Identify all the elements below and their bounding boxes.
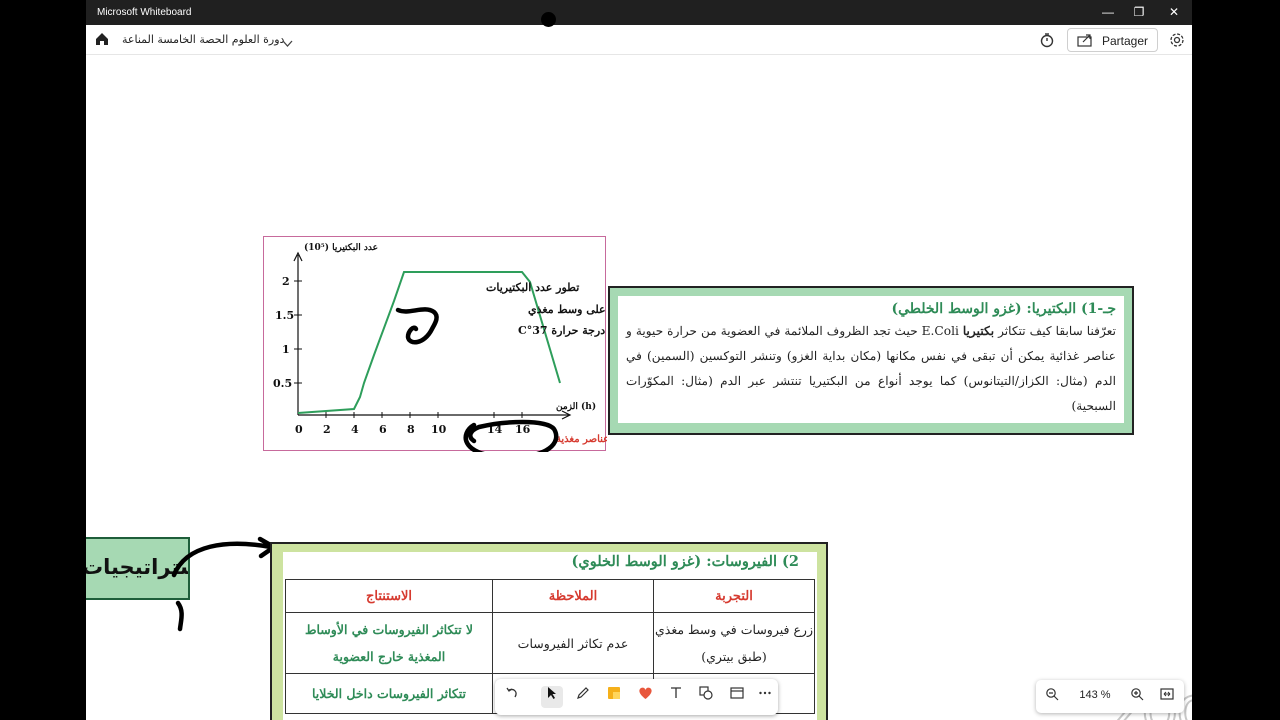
graph-caption-line: في درجة حرارة 37°C <box>518 324 607 338</box>
x-tick-label: 4 <box>351 423 359 436</box>
graph-caption-line: المزروعة على وسط مغذي <box>528 303 607 317</box>
minimize-button[interactable]: — <box>1098 3 1118 21</box>
bacteria-body-bold: بكتيريا <box>962 324 995 338</box>
ink-arrow <box>171 536 279 632</box>
x-tick-label: 2 <box>323 423 331 436</box>
ink-stroke <box>463 419 559 452</box>
reaction-heart-icon[interactable] <box>634 686 656 708</box>
app-toolbar: دورة العلوم الحصة الخامسة المناعة Partag… <box>86 25 1192 55</box>
table-header: الملاحظة <box>492 579 654 613</box>
y-tick-label: 1.5 <box>275 309 294 322</box>
undo-icon[interactable] <box>501 686 523 708</box>
y-tick-label: 2 <box>282 275 290 288</box>
y-axis-label: عدد البكتيريا (10⁵) <box>304 242 378 253</box>
y-tick-label: 0.5 <box>273 377 292 390</box>
share-button[interactable]: Partager <box>1067 28 1158 52</box>
maximize-button[interactable]: ❐ <box>1129 3 1149 21</box>
bacteria-heading: جـ-1) البكتيريا: (غزو الوسط الخلطي) <box>891 301 1116 317</box>
table-row: زرع فيروسات في وسط مغذي (طبق بيتري) عدم … <box>285 612 815 674</box>
zoom-out-icon[interactable] <box>1043 687 1061 705</box>
share-label: Partager <box>1102 34 1149 48</box>
table-cell: تتكاثر الفيروسات داخل الخلايا <box>285 673 493 714</box>
y-tick-label: 1 <box>282 343 290 356</box>
nutrient-absence-label: غياب عناصر مغذية <box>556 434 607 445</box>
text-icon[interactable] <box>665 686 687 708</box>
bacteria-body: تعرّفنا سابقا كيف تتكاثر بكتيريا E.Coli … <box>626 319 1116 419</box>
board-title[interactable]: دورة العلوم الحصة الخامسة المناعة <box>122 33 284 46</box>
fit-to-screen-icon[interactable] <box>1158 687 1176 705</box>
x-axis-label: الزمن (h) <box>556 401 596 412</box>
virus-title: 2) الفيروسات: (غزو الوسط الخلوي) <box>571 553 799 570</box>
pointer-icon[interactable] <box>541 686 563 708</box>
more-icon[interactable] <box>754 686 776 708</box>
timer-icon[interactable] <box>1039 32 1055 52</box>
home-icon[interactable] <box>94 31 110 51</box>
table-header: الاستنتاج <box>285 579 493 613</box>
share-icon <box>1077 34 1093 50</box>
x-tick-label: 16 <box>515 423 531 436</box>
growth-graph-image[interactable]: عدد البكتيريا (10⁵) الزمن (h) 2 1.5 1 0.… <box>263 236 607 452</box>
app-title: Microsoft Whiteboard <box>97 7 192 18</box>
x-tick-label: 0 <box>295 423 303 436</box>
graph-caption-line: تطور عدد البكتيريات <box>486 281 579 294</box>
sticky-note-icon[interactable] <box>603 686 625 708</box>
bacteria-body-pre: تعرّفنا سابقا كيف تتكاثر <box>994 324 1116 338</box>
x-tick-label: 10 <box>431 423 447 436</box>
close-button[interactable]: ✕ <box>1164 3 1184 21</box>
table-header: التجربة <box>653 579 815 613</box>
zoom-level[interactable]: 143 % <box>1079 689 1111 701</box>
chevron-down-icon[interactable] <box>282 34 293 53</box>
laser-pointer <box>541 12 556 27</box>
inking-toolbar <box>495 679 778 715</box>
shapes-icon[interactable] <box>695 686 717 708</box>
zoom-control: 143 % <box>1036 680 1184 713</box>
bacteria-box[interactable]: جـ-1) البكتيريا: (غزو الوسط الخلطي) تعرّ… <box>608 286 1134 435</box>
x-tick-label: 6 <box>379 423 387 436</box>
gear-icon[interactable] <box>1169 32 1185 52</box>
pen-icon[interactable] <box>572 686 594 708</box>
x-tick-label: 8 <box>407 423 415 436</box>
ink-stroke <box>395 307 439 345</box>
table-cell: عدم تكاثر الفيروسات <box>492 612 654 674</box>
table-header-row: التجربة الملاحظة الاستنتاج <box>285 579 815 613</box>
whiteboard-canvas[interactable]: عدد البكتيريا (10⁵) الزمن (h) 2 1.5 1 0.… <box>86 55 1192 720</box>
table-cell: لا تتكاثر الفيروسات في الأوساط المغذية خ… <box>285 612 493 674</box>
template-icon[interactable] <box>726 686 748 708</box>
table-cell: زرع فيروسات في وسط مغذي (طبق بيتري) <box>653 612 815 674</box>
zoom-in-icon[interactable] <box>1128 687 1146 705</box>
bacteria-text-panel: جـ-1) البكتيريا: (غزو الوسط الخلطي) تعرّ… <box>618 296 1124 423</box>
window-titlebar: Microsoft Whiteboard — ❐ ✕ <box>86 0 1192 25</box>
